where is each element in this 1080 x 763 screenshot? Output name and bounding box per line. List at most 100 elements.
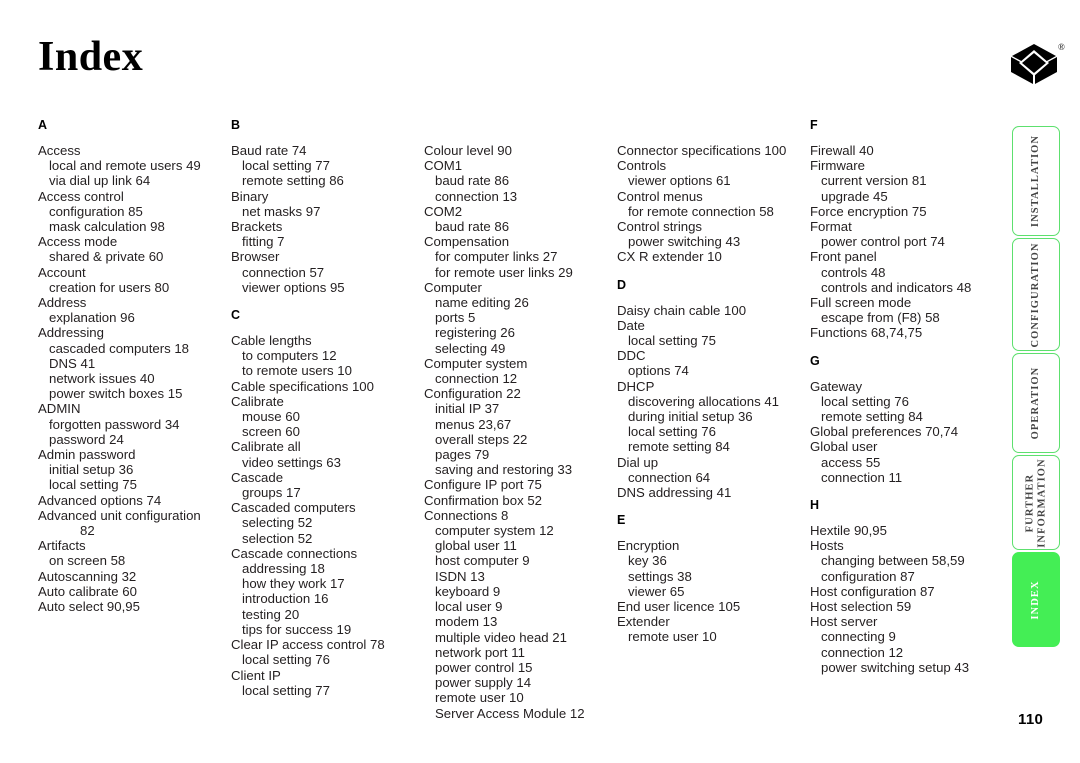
index-entry: Address (38, 295, 87, 311)
index-letter-heading: E (617, 513, 626, 528)
index-entry: changing between 58,59 (821, 553, 965, 569)
index-entry: multiple video head 21 (435, 629, 567, 645)
index-entry: ISDN 13 (435, 568, 485, 584)
index-entry: baud rate 86 (435, 173, 510, 189)
index-entry: cascaded computers 18 (49, 340, 190, 356)
index-entry: Control menus (617, 188, 703, 204)
index-entry: Advanced unit configuration (38, 507, 201, 523)
index-entry: Browser (231, 249, 280, 265)
tab-further-information[interactable]: FURTHER INFORMATION (1012, 455, 1060, 550)
index-entry: local setting 76 (628, 424, 716, 440)
index-entry: local setting 77 (242, 682, 330, 698)
diamond-logo-icon: ® (1011, 42, 1065, 84)
index-columns: A Access local and remote users 49 via dial… (38, 118, 996, 721)
index-letter-heading: H (810, 498, 820, 513)
index-entry: settings 38 (628, 568, 692, 584)
index-entry: Admin password (38, 447, 136, 463)
index-entry: Dial up (617, 454, 659, 470)
index-entry: Cascade connections (231, 545, 358, 561)
index-entry: remote setting 84 (628, 439, 730, 455)
index-column-5: F Firewall 40 Firmware current version 81 up… (810, 118, 1003, 721)
index-entry: Host configuration 87 (810, 583, 935, 599)
index-entry: modem 13 (435, 614, 498, 630)
index-entry: baud rate 86 (435, 219, 510, 235)
index-entry: connection 12 (435, 371, 518, 387)
index-entry: creation for users 80 (49, 279, 170, 295)
index-entry: overall steps 22 (435, 431, 528, 447)
index-entry: via dial up link 64 (49, 173, 151, 189)
index-entry: Force encryption 75 (810, 203, 927, 219)
index-entry: controls 48 (821, 264, 886, 280)
index-entry: Access control (38, 188, 124, 204)
tab-operation[interactable]: OPERATION (1012, 353, 1060, 453)
index-entry: End user licence 105 (617, 599, 741, 615)
registered-mark: ® (1058, 42, 1065, 52)
index-entry: groups 17 (242, 485, 301, 501)
tab-configuration[interactable]: CONFIGURATION (1012, 238, 1060, 351)
index-entry: mouse 60 (242, 409, 300, 425)
index-entry: Connections 8 (424, 507, 509, 523)
index-entry: remote user 10 (435, 690, 524, 706)
index-letter-heading: D (617, 277, 627, 292)
index-entry: pages 79 (435, 447, 490, 463)
index-entry: forgotten password 34 (49, 416, 180, 432)
index-entry: Encryption (617, 538, 680, 554)
index-entry: power switching setup 43 (821, 659, 970, 675)
index-entry: Brackets (231, 219, 283, 235)
index-entry: for remote connection 58 (628, 203, 774, 219)
index-entry: current version 81 (821, 173, 927, 189)
index-entry: for remote user links 29 (435, 264, 573, 280)
index-letter-heading-spacer (617, 118, 810, 132)
index-entry: selecting 52 (242, 515, 313, 531)
index-entry: Autoscanning 32 (38, 568, 137, 584)
index-entry: Configure IP port 75 (424, 477, 542, 493)
tab-index[interactable]: INDEX (1012, 552, 1060, 647)
index-entry: Auto calibrate 60 (38, 583, 137, 599)
index-entry: Extender (617, 614, 670, 630)
index-entry: controls and indicators 48 (821, 279, 972, 295)
index-entry: network issues 40 (49, 371, 155, 387)
index-entry: Access mode (38, 234, 118, 250)
index-entry: local setting 76 (821, 393, 909, 409)
index-entry: local setting 75 (49, 477, 137, 493)
index-entry: Hextile 90,95 (810, 523, 887, 539)
index-entry: options 74 (628, 363, 689, 379)
index-column-3: Colour level 90 COM1 baud rate 86 connectio… (424, 118, 617, 721)
index-entry: local setting 77 (242, 158, 330, 174)
index-entry: how they work 17 (242, 576, 345, 592)
index-letter-heading: B (231, 118, 241, 132)
index-entry: Controls (617, 158, 667, 174)
tab-installation[interactable]: INSTALLATION (1012, 126, 1060, 236)
index-entry: connecting 9 (821, 629, 896, 645)
index-entry: initial IP 37 (435, 401, 500, 417)
index-entry: addressing 18 (242, 561, 325, 577)
index-entry: keyboard 9 (435, 583, 501, 599)
index-entry: power switching 43 (628, 234, 741, 250)
index-entry: DHCP (617, 378, 655, 394)
index-entry: Advanced options 74 (38, 492, 162, 508)
index-entry: discovering allocations 41 (628, 393, 780, 409)
index-entry: Computer (424, 279, 482, 295)
index-entry: power switch boxes 15 (49, 386, 183, 402)
index-entry: DNS addressing 41 (617, 485, 732, 501)
index-entry: mask calculation 98 (49, 219, 165, 235)
index-entry: local setting 76 (242, 652, 330, 668)
index-entry: CX R extender 10 (617, 249, 722, 265)
index-entry: ports 5 (435, 310, 476, 326)
index-entry: local user 9 (435, 599, 503, 615)
index-entry: Connector specifications 100 (617, 143, 787, 158)
tab-label: INSTALLATION (1030, 134, 1041, 228)
index-entry: Auto select 90,95 (38, 599, 140, 615)
index-entry: Cable lengths (231, 333, 312, 349)
index-entry: Daisy chain cable 100 (617, 302, 747, 318)
index-entry: remote setting 86 (242, 173, 344, 189)
index-entry: host computer 9 (435, 553, 530, 569)
index-entry: Access (38, 143, 81, 158)
index-entry: power supply 14 (435, 675, 532, 691)
index-entry: Compensation (424, 234, 510, 250)
index-entry: registering 26 (435, 325, 515, 341)
index-entry: escape from (F8) 58 (821, 310, 940, 326)
index-entry: menus 23,67 (435, 416, 512, 432)
page-number: 110 (1018, 711, 1044, 728)
index-entry: global user 11 (435, 538, 517, 554)
